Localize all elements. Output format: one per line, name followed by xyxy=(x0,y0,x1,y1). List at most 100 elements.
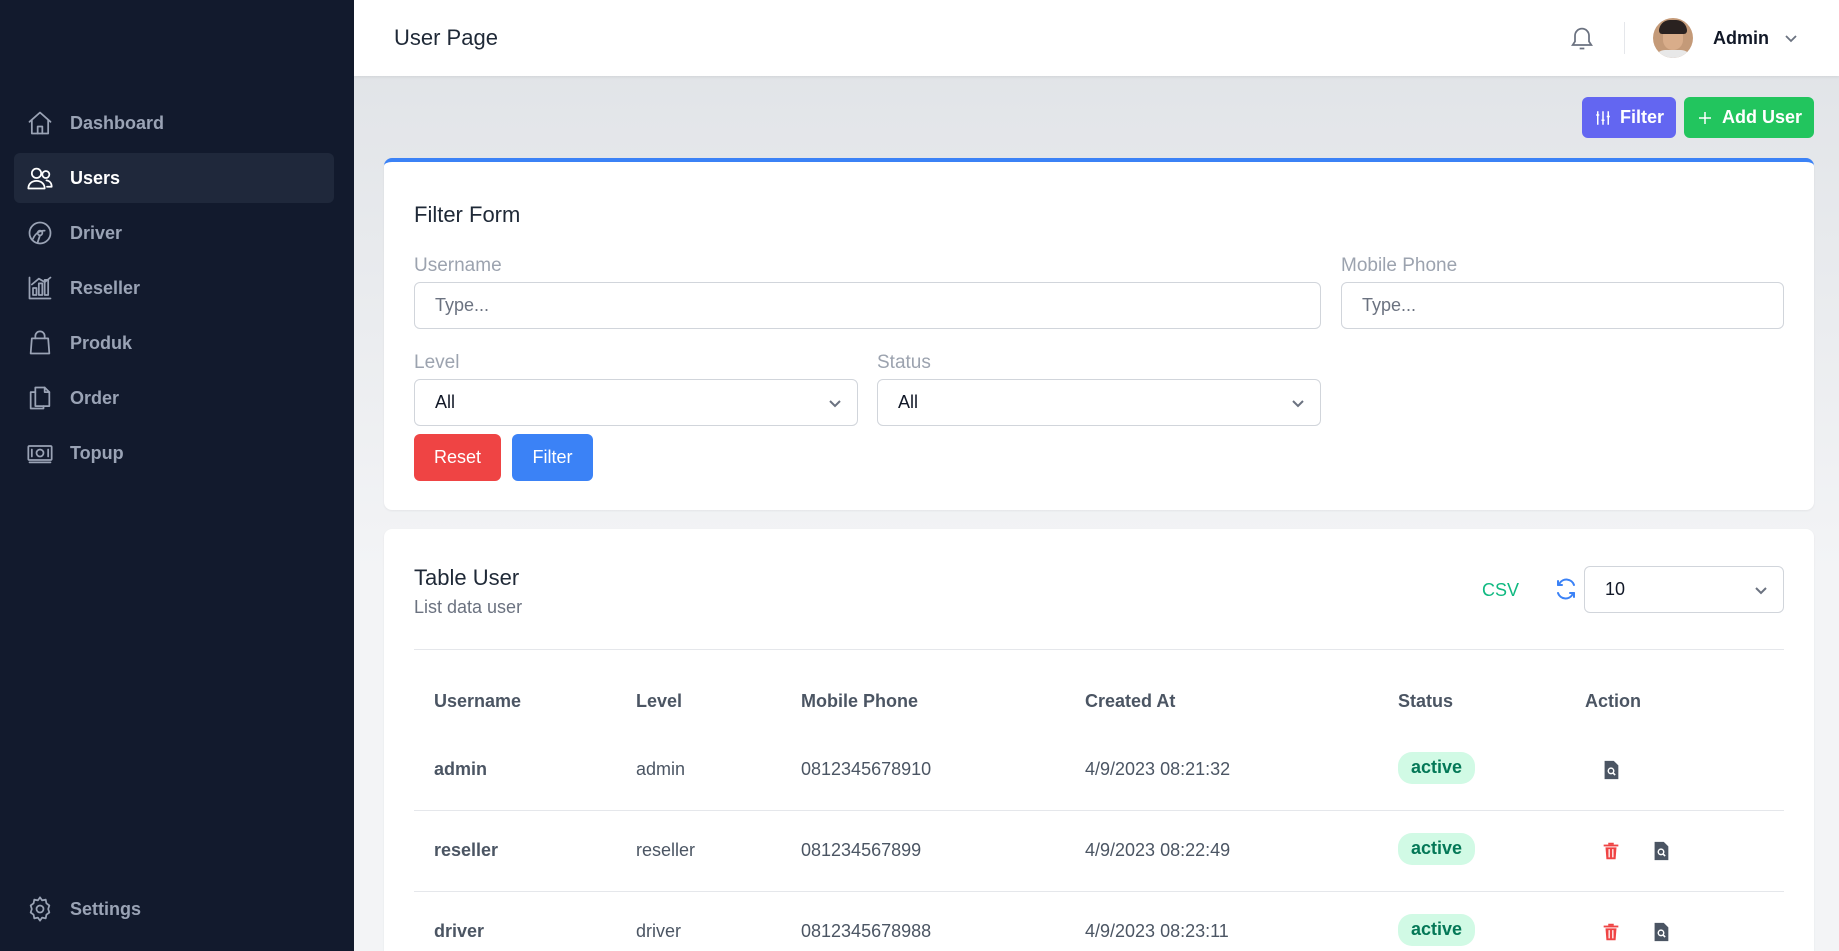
table-row: driver driver 0812345678988 4/9/2023 08:… xyxy=(414,892,1784,951)
filter-form-card: Filter Form Username Type... Mobile Phon… xyxy=(384,158,1814,510)
sidebar-item-label: Reseller xyxy=(70,277,141,298)
gear-icon xyxy=(29,896,51,922)
sliders-icon xyxy=(1596,110,1610,125)
app-root: Dashboard Users Driver Reseller Produk O… xyxy=(0,0,1839,951)
add-user-label: Add User xyxy=(1721,107,1802,127)
level-select[interactable]: All xyxy=(414,379,858,426)
cell-username: admin xyxy=(434,759,488,779)
chevron-down-icon xyxy=(1290,395,1306,411)
sidebar-item-reseller[interactable]: Reseller xyxy=(14,263,334,313)
documents-icon xyxy=(29,386,51,410)
page-size-select[interactable]: 10 xyxy=(1584,566,1784,613)
trash-icon[interactable] xyxy=(1596,836,1626,866)
cash-icon xyxy=(27,445,53,464)
status-select-value: All xyxy=(898,392,919,412)
status-select[interactable]: All xyxy=(877,379,1321,426)
sidebar-item-settings[interactable]: Settings xyxy=(14,884,334,934)
refresh-icon[interactable] xyxy=(1554,577,1578,601)
sidebar-item-produk[interactable]: Produk xyxy=(14,318,334,368)
status-badge: active xyxy=(1398,914,1476,946)
table-header: Username Level Mobile Phone Created At S… xyxy=(414,679,1784,729)
sidebar-item-label: Dashboard xyxy=(70,112,165,133)
sidebar-item-label: Topup xyxy=(70,442,124,463)
table-title: Table User xyxy=(414,565,520,590)
status-badge: active xyxy=(1398,752,1476,784)
page-size-value: 10 xyxy=(1605,579,1626,599)
toggle-filter-label: Filter xyxy=(1619,107,1664,127)
table-subtitle: List data user xyxy=(414,597,523,617)
sidebar-item-driver[interactable]: Driver xyxy=(14,208,334,258)
cell-level: driver xyxy=(636,921,682,941)
user-name[interactable]: Admin xyxy=(1713,28,1769,49)
sidebar-item-label: Driver xyxy=(70,222,123,243)
cell-mobile-phone: 0812345678988 xyxy=(801,921,932,941)
column-header-mobile-phone[interactable]: Mobile Phone xyxy=(801,691,918,712)
cell-level: admin xyxy=(636,759,686,779)
home-icon xyxy=(28,111,52,135)
table-user-card: Table User List data user CSV 10 Usernam… xyxy=(384,529,1814,951)
sidebar-settings: Settings xyxy=(14,884,334,939)
page-actions: Filter Add User xyxy=(1581,97,1814,138)
toggle-filter-button[interactable]: Filter xyxy=(1581,97,1676,138)
page-title: User Page xyxy=(394,25,498,50)
chevron-down-icon xyxy=(827,395,843,411)
view-detail-icon[interactable] xyxy=(1596,755,1626,785)
sidebar-item-topup[interactable]: Topup xyxy=(14,428,334,478)
column-header-action: Action xyxy=(1585,691,1641,711)
status-badge: active xyxy=(1398,833,1476,865)
table-row: admin admin 0812345678910 4/9/2023 08:21… xyxy=(414,730,1784,811)
avatar[interactable] xyxy=(1653,18,1693,58)
username-input[interactable]: Type... xyxy=(414,282,1321,329)
status-label: Status xyxy=(877,352,931,373)
view-detail-icon[interactable] xyxy=(1646,917,1676,947)
cell-level: reseller xyxy=(636,840,696,860)
column-header-created-at[interactable]: Created At xyxy=(1085,691,1175,712)
sidebar: Dashboard Users Driver Reseller Produk O… xyxy=(0,0,354,951)
topbar: User Page Admin xyxy=(354,0,1839,76)
cell-created-at: 4/9/2023 08:22:49 xyxy=(1085,840,1231,860)
sidebar-item-order[interactable]: Order xyxy=(14,373,334,423)
trash-icon[interactable] xyxy=(1596,917,1626,947)
shopping-bag-icon xyxy=(29,330,51,355)
sidebar-item-dashboard[interactable]: Dashboard xyxy=(14,98,334,148)
sidebar-item-label: Settings xyxy=(70,898,142,919)
users-icon xyxy=(27,167,53,190)
csv-export-button[interactable]: CSV xyxy=(1482,580,1519,601)
cell-mobile-phone: 081234567899 xyxy=(801,840,922,860)
sidebar-item-users[interactable]: Users xyxy=(14,153,334,203)
sidebar-item-label: Produk xyxy=(70,332,133,353)
cell-created-at: 4/9/2023 08:21:32 xyxy=(1085,759,1231,779)
topbar-divider xyxy=(1624,22,1625,54)
username-label: Username xyxy=(414,255,502,276)
table-row: reseller reseller 081234567899 4/9/2023 … xyxy=(414,811,1784,892)
level-select-value: All xyxy=(435,392,456,412)
topbar-right: Admin xyxy=(1568,0,1799,76)
filter-button[interactable]: Filter xyxy=(512,434,593,481)
column-header-level[interactable]: Level xyxy=(636,691,682,712)
divider xyxy=(414,649,1784,650)
cell-username: reseller xyxy=(434,840,499,860)
sidebar-item-label: Order xyxy=(70,387,120,408)
chevron-down-icon[interactable] xyxy=(1783,30,1799,46)
chevron-down-icon xyxy=(1753,582,1769,598)
sidebar-nav: Dashboard Users Driver Reseller Produk O… xyxy=(14,98,334,483)
main-content: User Page Admin Filter Add User Filter F… xyxy=(354,0,1839,951)
filter-form-title: Filter Form xyxy=(414,202,521,227)
cell-username: driver xyxy=(434,921,485,941)
column-header-status[interactable]: Status xyxy=(1398,691,1453,712)
column-header-username[interactable]: Username xyxy=(434,691,521,712)
level-label: Level xyxy=(414,352,460,373)
add-user-button[interactable]: Add User xyxy=(1683,97,1814,138)
plus-icon xyxy=(1698,111,1711,124)
cell-created-at: 4/9/2023 08:23:11 xyxy=(1085,921,1229,941)
mobile-phone-label: Mobile Phone xyxy=(1341,255,1458,276)
reseller-icon xyxy=(28,276,52,300)
bell-icon xyxy=(1571,27,1593,50)
cell-mobile-phone: 0812345678910 xyxy=(801,759,932,779)
driver-icon xyxy=(28,221,52,245)
sidebar-item-label: Users xyxy=(70,167,121,188)
reset-button[interactable]: Reset xyxy=(414,434,501,481)
mobile-phone-input[interactable]: Type... xyxy=(1341,282,1784,329)
notifications-button[interactable] xyxy=(1568,24,1596,52)
view-detail-icon[interactable] xyxy=(1646,836,1676,866)
